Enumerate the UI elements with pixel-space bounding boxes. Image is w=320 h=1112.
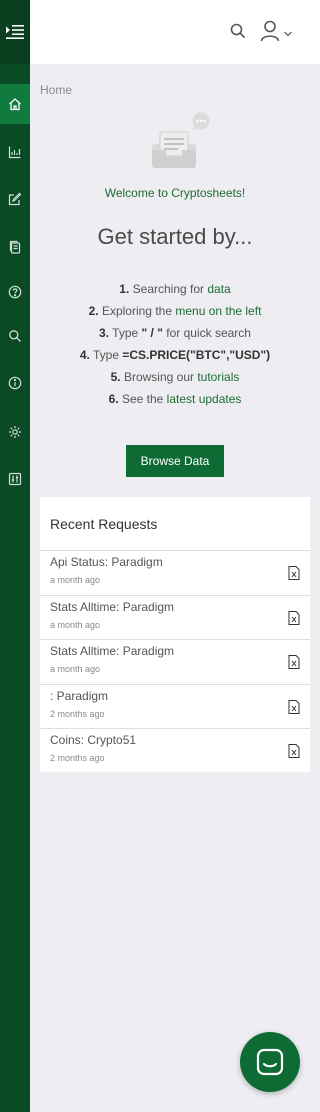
latest-updates-link[interactable]: latest updates xyxy=(167,392,242,406)
request-time: a month ago xyxy=(50,575,101,585)
sliders-icon xyxy=(8,472,22,486)
user-menu-button[interactable] xyxy=(260,18,294,44)
step-1: 1. Searching for data xyxy=(119,282,231,296)
getting-started-steps: 1. Searching for data 2. Exploring the m… xyxy=(30,278,320,410)
user-icon xyxy=(260,20,280,42)
sidebar-item-edit[interactable] xyxy=(0,179,30,219)
sidebar-item-help[interactable] xyxy=(0,272,30,312)
sidebar-item-settings[interactable] xyxy=(0,412,30,452)
request-name: : Paradigm xyxy=(50,688,109,703)
step-5: 5. Browsing our tutorials xyxy=(110,370,240,384)
help-icon xyxy=(8,285,22,299)
request-name: Api Status: Paradigm xyxy=(50,555,163,569)
request-time: a month ago xyxy=(50,664,101,674)
request-time: 2 months ago xyxy=(50,708,105,719)
hero-illustration xyxy=(150,112,212,176)
welcome-message: Welcome to Cryptosheets! xyxy=(104,186,246,200)
main-content: Home Welcome to Cryptosheets! Get starte… xyxy=(30,64,320,1112)
list-item[interactable]: Coins: Crypto51 2 months ago xyxy=(40,728,310,773)
recent-requests-card: Recent Requests Api Status: Paradigm a m… xyxy=(40,497,310,772)
request-name: Coins: Crypto51 xyxy=(50,733,137,747)
sidebar-toggle-button[interactable] xyxy=(0,0,30,64)
chat-button[interactable] xyxy=(240,1032,300,1092)
recent-requests-list: Api Status: Paradigm a month ago Stats A… xyxy=(40,550,310,773)
breadcrumb[interactable]: Home xyxy=(40,83,72,97)
step-3: 3. Type " / " for quick search xyxy=(99,326,251,340)
chevron-down-icon xyxy=(284,31,292,37)
home-icon xyxy=(9,98,21,111)
excel-file-icon[interactable] xyxy=(288,566,300,580)
sidebar-item-home[interactable] xyxy=(0,84,30,124)
request-name: Stats Alltime: Paradigm xyxy=(50,644,175,658)
step-6: 6. See the latest updates xyxy=(108,392,242,406)
edit-icon xyxy=(8,192,22,206)
info-icon xyxy=(8,376,22,390)
excel-file-icon[interactable] xyxy=(288,655,300,669)
search-icon xyxy=(9,330,21,342)
search-icon xyxy=(230,23,246,39)
tutorials-link[interactable]: tutorials xyxy=(197,370,239,384)
request-time: a month ago xyxy=(50,619,101,630)
sidebar-item-search[interactable] xyxy=(0,316,30,356)
excel-file-icon[interactable] xyxy=(288,699,300,714)
list-item[interactable]: Stats Alltime: Paradigm a month ago xyxy=(40,594,310,640)
sidebar-item-charts[interactable] xyxy=(0,132,30,172)
menu-collapse-icon xyxy=(6,25,24,39)
request-name: Stats Alltime: Paradigm xyxy=(50,599,175,614)
request-time: 2 months ago xyxy=(50,753,105,763)
recent-requests-title: Recent Requests xyxy=(50,516,158,532)
list-item[interactable]: : Paradigm 2 months ago xyxy=(40,683,310,729)
sidebar xyxy=(0,0,30,1112)
excel-file-icon[interactable] xyxy=(288,744,300,758)
browse-data-button[interactable]: Browse Data xyxy=(126,445,224,477)
sidebar-item-sliders[interactable] xyxy=(0,459,30,499)
excel-file-icon[interactable] xyxy=(288,610,300,625)
chart-icon xyxy=(8,146,21,159)
inbox-message-icon xyxy=(152,112,210,168)
step-4: 4. Type =CS.PRICE("BTC","USD") xyxy=(79,348,271,362)
step-2: 2. Exploring the menu on the left xyxy=(88,304,262,318)
top-header xyxy=(30,0,320,64)
data-link[interactable]: data xyxy=(207,282,230,296)
page-title: Get started by... xyxy=(97,224,253,249)
header-search-button[interactable] xyxy=(228,21,248,41)
list-item[interactable]: Api Status: Paradigm a month ago xyxy=(40,550,310,595)
settings-icon xyxy=(9,426,21,438)
chat-icon xyxy=(256,1048,284,1076)
list-item[interactable]: Stats Alltime: Paradigm a month ago xyxy=(40,639,310,684)
sidebar-item-info[interactable] xyxy=(0,363,30,403)
menu-link[interactable]: menu on the left xyxy=(175,304,261,318)
documents-icon xyxy=(9,240,21,254)
sidebar-item-documents[interactable] xyxy=(0,227,30,267)
